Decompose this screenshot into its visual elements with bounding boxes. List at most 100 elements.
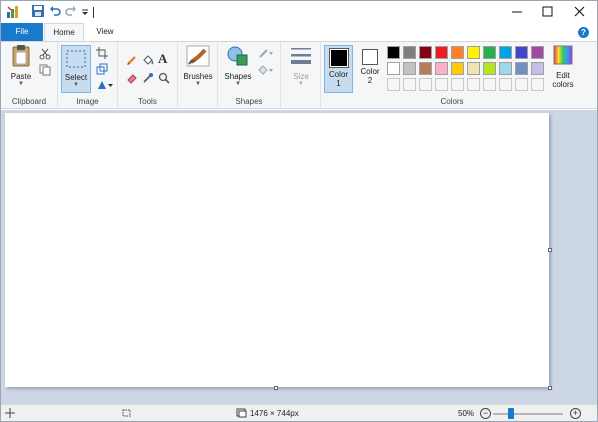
select-icon: [62, 49, 90, 71]
palette-swatch[interactable]: [403, 46, 416, 59]
resize-icon[interactable]: [96, 63, 108, 75]
resize-handle-right[interactable]: [548, 248, 552, 252]
shapes-button[interactable]: Shapes ▼: [222, 44, 254, 88]
palette-swatch-empty[interactable]: [483, 78, 496, 91]
color2-label-line2: 2: [367, 76, 373, 85]
palette-swatch[interactable]: [419, 46, 432, 59]
eraser-icon[interactable]: [126, 72, 138, 84]
undo-icon[interactable]: [48, 4, 64, 20]
palette-swatch[interactable]: [387, 62, 400, 75]
select-dropdown-icon[interactable]: ▼: [62, 82, 90, 89]
brushes-button[interactable]: Brushes ▼: [182, 44, 214, 88]
drawing-canvas[interactable]: [5, 113, 549, 387]
outline-icon[interactable]: [258, 47, 274, 59]
size-label: Size: [293, 72, 309, 81]
palette-swatch[interactable]: [483, 62, 496, 75]
size-dropdown-icon[interactable]: ▼: [285, 81, 317, 88]
zoom-slider-thumb[interactable]: [507, 408, 514, 419]
tools-group-label: Tools: [138, 97, 157, 106]
tab-home[interactable]: Home: [44, 23, 84, 42]
palette-swatch-empty[interactable]: [419, 78, 432, 91]
ribbon-tab-strip: File Home View ?: [1, 23, 597, 42]
cursor-position-icon: [5, 408, 15, 420]
image-group: Select ▼ Image: [58, 42, 118, 108]
color1-button[interactable]: Color 1: [324, 45, 353, 93]
palette-swatch[interactable]: [403, 62, 416, 75]
brush-icon: [182, 44, 214, 70]
title-separator: [93, 7, 94, 18]
palette-swatch[interactable]: [499, 62, 512, 75]
color1-fill: [330, 50, 347, 66]
fill-shape-icon[interactable]: [258, 64, 274, 76]
save-icon[interactable]: [31, 4, 47, 20]
zoom-slider-track[interactable]: [493, 413, 563, 415]
redo-icon[interactable]: [64, 4, 80, 20]
resize-handle-bottom[interactable]: [274, 386, 278, 390]
clipboard-group: Paste ▼ Clipboard: [1, 42, 58, 108]
palette-swatch-empty[interactable]: [515, 78, 528, 91]
palette-swatch[interactable]: [435, 62, 448, 75]
color2-label-line1: Color: [360, 67, 380, 76]
palette-swatch-empty[interactable]: [499, 78, 512, 91]
palette-swatch[interactable]: [531, 46, 544, 59]
palette-swatch-empty[interactable]: [403, 78, 416, 91]
minimize-button[interactable]: [501, 1, 533, 23]
palette-swatch[interactable]: [435, 46, 448, 59]
palette-swatch[interactable]: [467, 62, 480, 75]
paste-button[interactable]: Paste ▼: [7, 44, 35, 88]
palette-swatch[interactable]: [483, 46, 496, 59]
help-icon[interactable]: ?: [578, 27, 589, 38]
copy-icon[interactable]: [39, 64, 51, 76]
brushes-dropdown-icon[interactable]: ▼: [182, 81, 214, 88]
tab-file[interactable]: File: [1, 23, 43, 41]
magnifier-icon[interactable]: [158, 72, 170, 84]
text-tool-icon[interactable]: A: [158, 52, 170, 65]
palette-swatch-empty[interactable]: [467, 78, 480, 91]
palette-swatch-empty[interactable]: [387, 78, 400, 91]
palette-swatch-empty[interactable]: [531, 78, 544, 91]
fill-icon[interactable]: [142, 54, 154, 66]
close-button[interactable]: [564, 1, 596, 23]
cut-icon[interactable]: [39, 48, 51, 60]
palette-swatch[interactable]: [531, 62, 544, 75]
select-button[interactable]: Select ▼: [61, 45, 91, 93]
zoom-in-button[interactable]: +: [570, 408, 581, 419]
shapes-dropdown-icon[interactable]: ▼: [222, 81, 254, 88]
zoom-out-button[interactable]: −: [480, 408, 491, 419]
color2-button[interactable]: Color 2: [356, 45, 384, 85]
color1-label-line2: 1: [336, 79, 341, 88]
paste-dropdown-icon[interactable]: ▼: [7, 81, 35, 88]
palette-swatch[interactable]: [419, 62, 432, 75]
image-group-label: Image: [76, 97, 99, 106]
size-icon: [285, 44, 317, 70]
maximize-button[interactable]: [531, 1, 563, 23]
palette-swatch[interactable]: [499, 46, 512, 59]
color2-swatch: [362, 49, 378, 65]
edit-colors-label-line2: colors: [552, 80, 574, 89]
clipboard-group-label: Clipboard: [11, 97, 47, 106]
colors-group-label: Colors: [440, 97, 464, 106]
paste-label: Paste: [10, 72, 32, 81]
color1-swatch: [328, 48, 349, 68]
paint-app-icon[interactable]: [5, 4, 21, 20]
color-picker-icon[interactable]: [142, 72, 154, 84]
crop-icon[interactable]: [96, 47, 108, 59]
resize-handle-corner[interactable]: [548, 386, 552, 390]
palette-swatch[interactable]: [515, 46, 528, 59]
colors-group: Color 1 Color 2 Edit colors Colors: [321, 42, 583, 108]
tab-view[interactable]: View: [87, 23, 123, 41]
size-button[interactable]: Size ▼: [285, 44, 317, 88]
brushes-group: Brushes ▼: [178, 42, 218, 108]
palette-swatch[interactable]: [387, 46, 400, 59]
pencil-icon[interactable]: [126, 54, 138, 66]
rotate-icon[interactable]: [96, 79, 114, 91]
brushes-label: Brushes: [183, 72, 213, 81]
palette-swatch[interactable]: [451, 46, 464, 59]
palette-swatch[interactable]: [515, 62, 528, 75]
palette-swatch[interactable]: [451, 62, 464, 75]
palette-swatch[interactable]: [467, 46, 480, 59]
palette-swatch-empty[interactable]: [435, 78, 448, 91]
title-bar: [1, 1, 597, 23]
edit-colors-button[interactable]: Edit colors: [547, 45, 579, 89]
palette-swatch-empty[interactable]: [451, 78, 464, 91]
